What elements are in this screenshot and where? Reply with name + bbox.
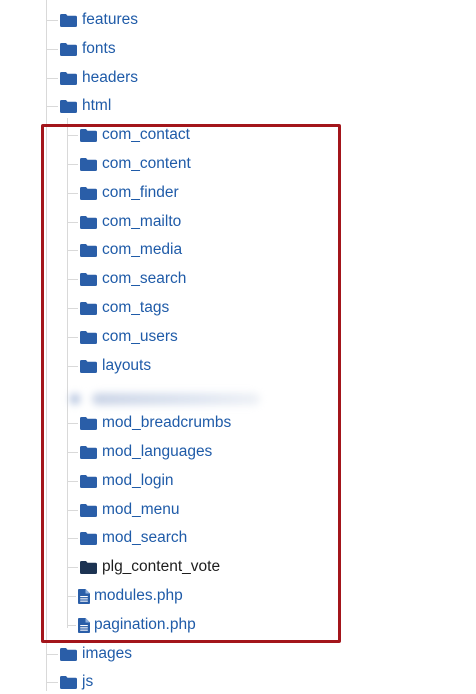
tree-item-com-contact[interactable]: com_contact [80, 123, 190, 147]
folder-icon [80, 474, 97, 488]
tree-item-features[interactable]: features [60, 8, 138, 32]
tree-branch [46, 78, 58, 79]
tree-item-label: com_contact [102, 126, 190, 143]
tree-branch [67, 423, 78, 424]
tree-branch [46, 20, 58, 21]
tree-item-headers[interactable]: headers [60, 66, 138, 90]
tree-item-mod-breadcrumbs[interactable]: mod_breadcrumbs [80, 411, 231, 435]
tree-item-label: mod_menu [102, 501, 180, 518]
tree-branch [67, 452, 78, 453]
folder-icon [60, 13, 77, 27]
folder-icon [60, 99, 77, 113]
tree-item-label: mod_search [102, 529, 188, 546]
tree-branch [67, 538, 78, 539]
tree-branch [67, 279, 78, 280]
tree-item-label: features [82, 11, 139, 28]
tree-branch [67, 366, 78, 367]
folder-icon [80, 359, 97, 373]
tree-item-label: layouts [102, 357, 152, 374]
tree-item-com-mailto[interactable]: com_mailto [80, 210, 181, 234]
tree-item-label: mod_breadcrumbs [102, 414, 232, 431]
tree-branch [67, 481, 78, 482]
folder-icon [60, 675, 77, 689]
tree-branch [46, 654, 58, 655]
tree-item-label: com_tags [102, 299, 170, 316]
folder-icon [80, 531, 97, 545]
tree-item-obscured[interactable] [70, 389, 260, 409]
tree-item-label: modules.php [94, 587, 183, 604]
tree-guide-root [46, 0, 47, 691]
folder-icon [80, 243, 97, 257]
folder-icon [80, 560, 97, 574]
tree-item-com-content[interactable]: com_content [80, 152, 191, 176]
tree-item-layouts[interactable]: layouts [80, 354, 151, 378]
folder-icon [80, 503, 97, 517]
folder-icon [80, 330, 97, 344]
tree-item-label: com_mailto [102, 213, 182, 230]
tree-item-label: com_users [102, 328, 178, 345]
folder-icon [80, 157, 97, 171]
folder-icon [80, 186, 97, 200]
tree-item-label: images [82, 645, 132, 662]
tree-item-mod-languages[interactable]: mod_languages [80, 440, 212, 464]
tree-branch [67, 337, 78, 338]
folder-icon [60, 42, 77, 56]
tree-branch [67, 308, 78, 309]
tree-item-label: pagination.php [94, 616, 196, 633]
tree-item-com-media[interactable]: com_media [80, 238, 182, 262]
tree-item-mod-search[interactable]: mod_search [80, 526, 187, 550]
tree-branch [46, 682, 58, 683]
tree-item-label: mod_login [102, 472, 174, 489]
tree-item-fonts[interactable]: fonts [60, 37, 116, 61]
tree-item-html[interactable]: html [60, 94, 111, 118]
tree-item-label: js [82, 673, 94, 690]
tree-item-com-tags[interactable]: com_tags [80, 296, 169, 320]
tree-item-com-search[interactable]: com_search [80, 267, 186, 291]
tree-branch [67, 625, 76, 626]
tree-branch [67, 510, 78, 511]
tree-item-mod-menu[interactable]: mod_menu [80, 498, 180, 522]
folder-icon [80, 445, 97, 459]
tree-branch [67, 222, 78, 223]
file-icon [78, 588, 90, 604]
tree-item-label: com_finder [102, 184, 179, 201]
tree-item-label: headers [82, 69, 139, 86]
folder-icon [80, 272, 97, 286]
tree-item-label: html [82, 97, 112, 114]
tree-item-images[interactable]: images [60, 642, 132, 666]
tree-item-modules-php[interactable]: modules.php [78, 584, 183, 608]
tree-item-label: com_content [102, 155, 191, 172]
tree-item-js[interactable]: js [60, 670, 93, 694]
tree-item-label: mod_languages [102, 443, 213, 460]
obscured-label [91, 393, 260, 405]
tree-item-pagination-php[interactable]: pagination.php [78, 613, 196, 637]
folder-icon [80, 128, 97, 142]
tree-branch [67, 193, 78, 194]
tree-branch [67, 135, 78, 136]
tree-item-com-finder[interactable]: com_finder [80, 181, 179, 205]
tree-branch [67, 567, 78, 568]
tree-item-label: com_media [102, 241, 183, 258]
tree-branch [46, 49, 58, 50]
tree-branch [67, 250, 78, 251]
tree-item-com-users[interactable]: com_users [80, 325, 178, 349]
tree-branch [67, 596, 76, 597]
tree-branch [46, 106, 58, 107]
folder-icon [70, 394, 80, 404]
tree-branch [67, 164, 78, 165]
folder-icon [80, 215, 97, 229]
folder-icon [80, 416, 97, 430]
tree-item-plg-content-vote[interactable]: plg_content_vote [80, 555, 220, 579]
tree-item-label: plg_content_vote [102, 558, 221, 575]
folder-icon [60, 647, 77, 661]
file-icon [78, 617, 90, 633]
tree-item-mod-login[interactable]: mod_login [80, 469, 174, 493]
folder-icon [60, 71, 77, 85]
tree-item-label: fonts [82, 40, 116, 57]
tree-guide-html [67, 118, 68, 628]
folder-icon [80, 301, 97, 315]
tree-item-label: com_search [102, 270, 187, 287]
